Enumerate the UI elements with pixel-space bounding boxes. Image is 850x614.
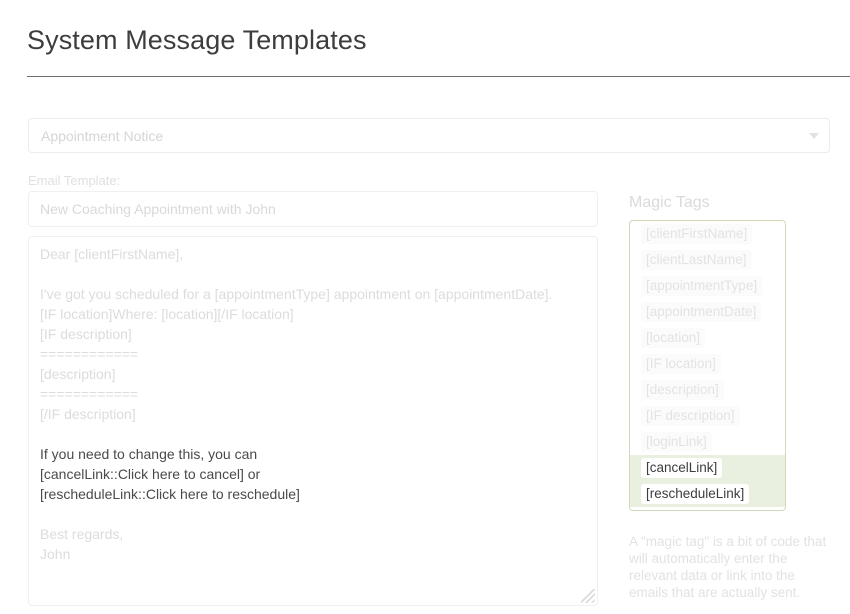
magic-tag-row[interactable]: [rescheduleLink] [630,481,785,507]
magic-tag-row[interactable]: [location] [630,325,785,351]
magic-tag-label: [rescheduleLink] [641,484,750,504]
email-subject-value: New Coaching Appointment with John [40,201,276,217]
magic-tags-help-text: A "magic tag" is a bit of code that will… [629,534,827,600]
resize-grip-icon[interactable] [581,589,595,603]
magic-tag-label: [loginLink] [641,432,712,452]
magic-tag-row[interactable]: [clientFirstName] [630,221,785,247]
magic-tag-row[interactable]: [appointmentType] [630,273,785,299]
magic-tag-label: [appointmentType] [641,276,763,296]
magic-tag-label: [clientLastName] [641,250,752,270]
magic-tags-title: Magic Tags [629,194,710,211]
email-template-label: Email Template: [28,173,121,188]
email-body-part-before: Dear [clientFirstName], I've got you sch… [40,246,553,422]
magic-tag-row[interactable]: [IF location] [630,351,785,377]
magic-tag-label: [IF description] [641,406,740,426]
magic-tags-list: [clientFirstName] [clientLastName] [appoin… [629,220,786,511]
magic-tag-label: [appointmentDate] [641,302,762,322]
title-divider [27,76,850,77]
magic-tag-label: [IF location] [641,354,721,374]
email-body-selected-text: If you need to change this, you can [can… [40,446,300,502]
magic-tag-row[interactable]: [clientLastName] [630,247,785,273]
magic-tag-row[interactable]: [description] [630,377,785,403]
email-body-part-after: Best regards, John [40,526,124,562]
page-title: System Message Templates [27,25,367,55]
magic-tag-label: [location] [641,328,706,348]
chevron-down-icon [809,133,819,139]
magic-tag-label: [clientFirstName] [641,224,753,244]
template-type-select-value: Appointment Notice [41,128,164,144]
page-root: System Message Templates Appointment Not… [0,0,850,614]
magic-tag-label: [cancelLink] [641,458,723,478]
email-subject-input[interactable]: New Coaching Appointment with John [28,191,598,227]
magic-tag-row[interactable]: [loginLink] [630,429,785,455]
magic-tag-row[interactable]: [appointmentDate] [630,299,785,325]
magic-tag-row[interactable]: [IF description] [630,403,785,429]
template-type-select[interactable]: Appointment Notice [28,118,830,153]
magic-tag-label: [description] [641,380,724,400]
magic-tag-row[interactable]: [cancelLink] [630,455,785,481]
email-body-textarea[interactable]: Dear [clientFirstName], I've got you sch… [28,236,598,606]
email-body-text: Dear [clientFirstName], I've got you sch… [40,244,585,564]
